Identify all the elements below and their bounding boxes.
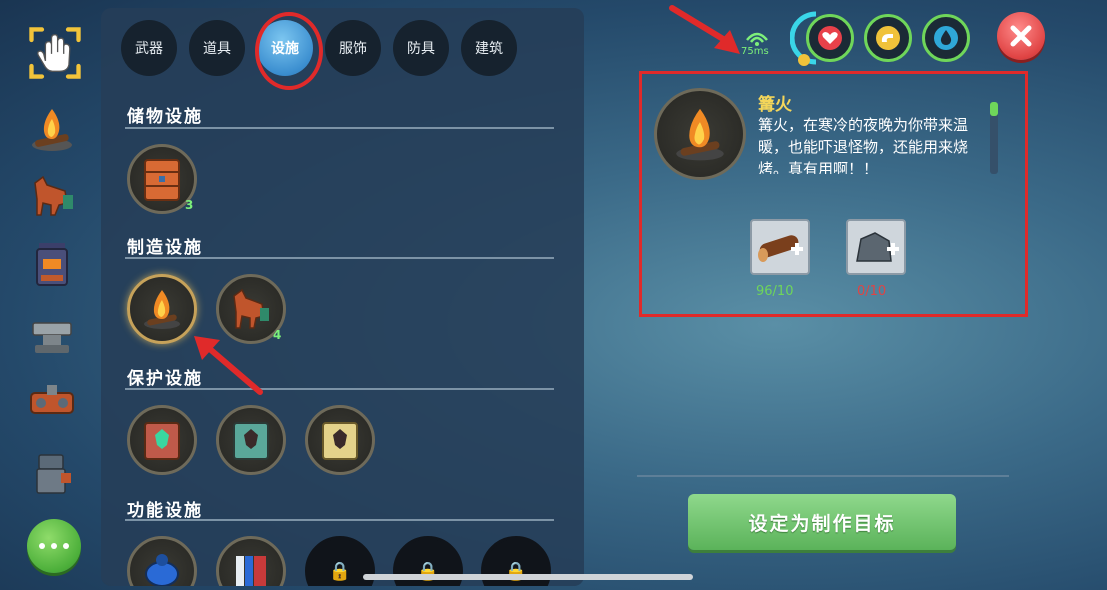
item-bookshelf[interactable] — [216, 536, 286, 586]
material-count: 96/10 — [756, 284, 794, 299]
home-indicator — [363, 574, 693, 580]
heart-icon — [818, 26, 842, 50]
hand-icon — [29, 27, 81, 79]
category-tabs: 武器 道具 设施 服饰 防具 建筑 — [101, 8, 584, 90]
tutorial-arrow — [194, 336, 263, 395]
section-divider — [125, 519, 554, 521]
health-stat — [806, 14, 854, 62]
food-stat — [864, 14, 912, 62]
more-dot — [39, 543, 45, 549]
detail-divider — [637, 475, 1009, 477]
close-icon — [1010, 25, 1032, 47]
signal-icon — [746, 32, 768, 46]
campfire-icon — [144, 290, 180, 329]
close-button[interactable] — [997, 12, 1045, 60]
totem-box-icon — [233, 422, 269, 460]
more-dot — [51, 543, 57, 549]
sidebar-furnace[interactable] — [22, 234, 82, 294]
section-title-storage: 储物设施 — [127, 107, 203, 127]
crafting-panel: 武器 道具 设施 服饰 防具 建筑 储物设施 3 制造设施 4 保护设施 功能设… — [101, 8, 584, 586]
horse-bench-icon — [34, 175, 73, 216]
sidebar-horse-bench[interactable] — [22, 166, 82, 226]
totem-box-icon — [144, 422, 180, 460]
campfire-icon — [32, 109, 72, 151]
wood-log-icon — [758, 235, 803, 262]
water-icon — [934, 26, 958, 50]
bookshelf-icon — [236, 556, 266, 586]
item-red-totem-box[interactable] — [127, 405, 197, 475]
stone-icon — [856, 232, 899, 262]
ping-readout: 75ms — [741, 46, 769, 57]
campfire-icon — [676, 108, 724, 161]
detail-item-icon — [654, 88, 746, 180]
sidebar-machine[interactable] — [22, 372, 82, 432]
machine-icon — [30, 385, 74, 414]
sidebar-tower[interactable] — [22, 446, 82, 506]
sidebar-anvil[interactable] — [22, 304, 82, 364]
tab-items[interactable]: 道具 — [189, 20, 245, 76]
tower-icon — [36, 454, 71, 494]
totem-box-icon — [322, 422, 358, 460]
horse-bench-icon — [233, 288, 269, 329]
storage-box-icon — [144, 159, 180, 201]
item-yellow-totem-box[interactable] — [305, 405, 375, 475]
scroll-thumb[interactable] — [990, 102, 998, 116]
material-wood[interactable] — [750, 219, 810, 275]
hand-craft-button[interactable] — [24, 22, 86, 84]
more-button[interactable] — [27, 519, 81, 573]
section-divider — [125, 257, 554, 259]
food-icon — [876, 26, 900, 50]
lock-icon: 🔒 — [328, 560, 352, 582]
section-title-function: 功能设施 — [127, 501, 203, 521]
material-count: 0/10 — [857, 284, 887, 299]
item-campfire[interactable] — [127, 274, 197, 344]
tutorial-arrow — [669, 5, 740, 54]
water-stat — [922, 14, 970, 62]
furnace-icon — [36, 243, 68, 286]
item-teal-totem-box[interactable] — [216, 405, 286, 475]
category-sidebar — [0, 0, 100, 590]
tab-armor[interactable]: 防具 — [393, 20, 449, 76]
description-scrollbar[interactable] — [990, 102, 998, 174]
tab-weapons[interactable]: 武器 — [121, 20, 177, 76]
tab-highlight-ring — [255, 12, 323, 90]
material-stone[interactable] — [846, 219, 906, 275]
item-count: 4 — [273, 328, 282, 342]
tab-clothing[interactable]: 服饰 — [325, 20, 381, 76]
anvil-icon — [32, 322, 72, 353]
beetle-icon — [145, 554, 179, 586]
detail-description: 篝火，在寒冷的夜晚为你带来温暖，也能吓退怪物，还能用来烧烤。真有用啊！！ — [758, 116, 969, 174]
detail-item-name: 篝火 — [758, 95, 792, 115]
set-craft-target-button[interactable]: 设定为制作目标 — [688, 494, 956, 550]
more-dot — [63, 543, 69, 549]
sidebar-campfire[interactable] — [22, 98, 82, 158]
section-title-crafting: 制造设施 — [127, 238, 203, 258]
tab-buildings[interactable]: 建筑 — [461, 20, 517, 76]
item-count: 3 — [185, 198, 194, 212]
item-blue-beetle[interactable] — [127, 536, 197, 586]
section-divider — [125, 127, 554, 129]
